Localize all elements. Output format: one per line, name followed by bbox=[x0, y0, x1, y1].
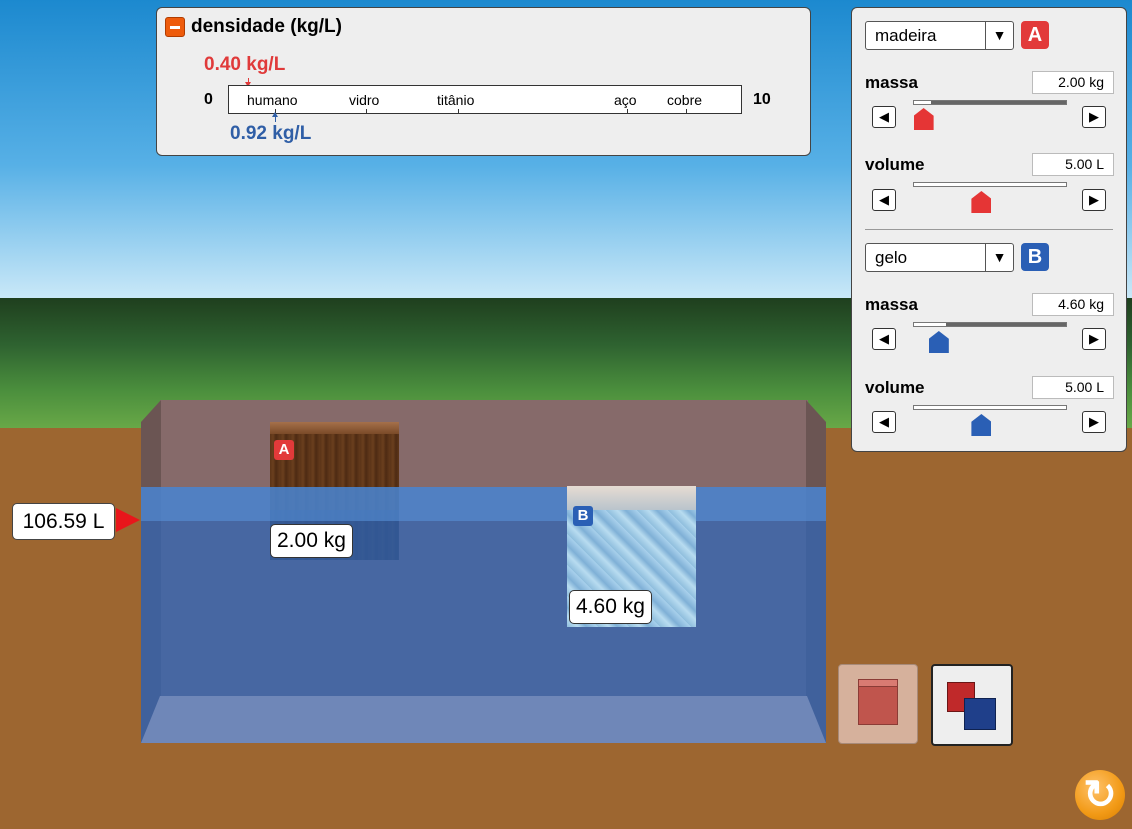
mass-label-b: massa bbox=[865, 295, 918, 314]
block-b-mass-label: 4.60 kg bbox=[569, 590, 652, 624]
volume-field-b[interactable]: 5.00 L bbox=[1032, 376, 1114, 399]
volume-readout: 106.59 L bbox=[12, 503, 115, 540]
one-block-icon bbox=[858, 679, 898, 725]
volume-value-b: 5.00 L bbox=[1065, 379, 1104, 395]
mass-b-decrease-button[interactable]: ◀ bbox=[872, 328, 896, 350]
water-level-arrow-icon bbox=[116, 508, 140, 532]
material-select-a-value: madeira bbox=[875, 26, 937, 45]
block-b-tag: B bbox=[573, 506, 593, 526]
volume-value-a: 5.00 L bbox=[1065, 156, 1104, 172]
mass-label-a: massa bbox=[865, 73, 918, 92]
material-select-b[interactable]: gelo ▼ bbox=[865, 243, 1014, 272]
chevron-down-icon: ▼ bbox=[985, 22, 1013, 49]
tick-label-vidro: vidro bbox=[349, 92, 380, 108]
badge-b: B bbox=[1021, 243, 1049, 271]
density-b-value: 0.92 kg/L bbox=[230, 123, 312, 144]
mass-b-slider-thumb[interactable] bbox=[928, 331, 949, 353]
volume-b-decrease-button[interactable]: ◀ bbox=[872, 411, 896, 433]
water-surface bbox=[141, 487, 826, 521]
tick-label-aco: aço bbox=[614, 92, 637, 108]
mass-field-a[interactable]: 2.00 kg bbox=[1032, 71, 1114, 94]
mass-b-increase-button[interactable]: ▶ bbox=[1082, 328, 1106, 350]
tank-floor bbox=[141, 696, 826, 743]
tick-label-humano: humano bbox=[247, 92, 298, 108]
volume-b-slider-thumb[interactable] bbox=[971, 414, 992, 436]
two-blocks-icon-b bbox=[964, 698, 996, 730]
tick-aco bbox=[627, 109, 628, 113]
density-a-value: 0.40 kg/L bbox=[204, 54, 286, 75]
density-scale-bar bbox=[228, 85, 742, 114]
volume-field-a[interactable]: 5.00 L bbox=[1032, 153, 1114, 176]
badge-a: A bbox=[1021, 21, 1049, 49]
mass-a-decrease-button[interactable]: ◀ bbox=[872, 106, 896, 128]
mass-field-b[interactable]: 4.60 kg bbox=[1032, 293, 1114, 316]
collapse-icon[interactable] bbox=[165, 17, 185, 37]
mass-b-slider-fill bbox=[945, 323, 1066, 326]
volume-b-increase-button[interactable]: ▶ bbox=[1082, 411, 1106, 433]
mass-value-b: 4.60 kg bbox=[1058, 296, 1104, 312]
block-a-tag: A bbox=[274, 440, 294, 460]
volume-label-b: volume bbox=[865, 378, 925, 397]
material-select-a[interactable]: madeira ▼ bbox=[865, 21, 1014, 50]
one-block-mode-button[interactable] bbox=[838, 664, 918, 744]
control-panel: madeira ▼ A massa 2.00 kg ◀ ▶ volume 5.0… bbox=[851, 7, 1127, 452]
mass-a-slider[interactable] bbox=[913, 100, 1067, 105]
block-a-top bbox=[270, 422, 399, 434]
two-blocks-mode-button[interactable] bbox=[931, 664, 1013, 746]
mass-value-a: 2.00 kg bbox=[1058, 74, 1104, 90]
tick-cobre bbox=[686, 109, 687, 113]
scale-max: 10 bbox=[753, 91, 771, 108]
density-panel: densidade (kg/L) 0.40 kg/L 0 10 humano v… bbox=[156, 7, 811, 156]
volume-label-a: volume bbox=[865, 155, 925, 174]
volume-a-slider[interactable] bbox=[913, 182, 1067, 187]
panel-divider bbox=[865, 229, 1113, 230]
tick-titanio bbox=[458, 109, 459, 113]
mass-a-slider-fill bbox=[930, 101, 1066, 104]
material-select-b-value: gelo bbox=[875, 248, 908, 267]
tick-vidro bbox=[366, 109, 367, 113]
mass-a-increase-button[interactable]: ▶ bbox=[1082, 106, 1106, 128]
volume-b-slider[interactable] bbox=[913, 405, 1067, 410]
density-b-marker-icon bbox=[272, 112, 278, 122]
chevron-down-icon: ▼ bbox=[985, 244, 1013, 271]
tick-label-cobre: cobre bbox=[667, 92, 703, 108]
block-a-mass-label: 2.00 kg bbox=[270, 524, 353, 558]
mass-b-slider[interactable] bbox=[913, 322, 1067, 327]
volume-a-slider-thumb[interactable] bbox=[971, 191, 992, 213]
scale-min: 0 bbox=[204, 91, 213, 108]
density-title: densidade (kg/L) bbox=[191, 16, 342, 37]
volume-a-decrease-button[interactable]: ◀ bbox=[872, 189, 896, 211]
volume-a-increase-button[interactable]: ▶ bbox=[1082, 189, 1106, 211]
reset-button[interactable] bbox=[1075, 770, 1125, 820]
tick-label-titanio: titânio bbox=[437, 92, 475, 108]
mass-a-slider-thumb[interactable] bbox=[913, 108, 934, 130]
